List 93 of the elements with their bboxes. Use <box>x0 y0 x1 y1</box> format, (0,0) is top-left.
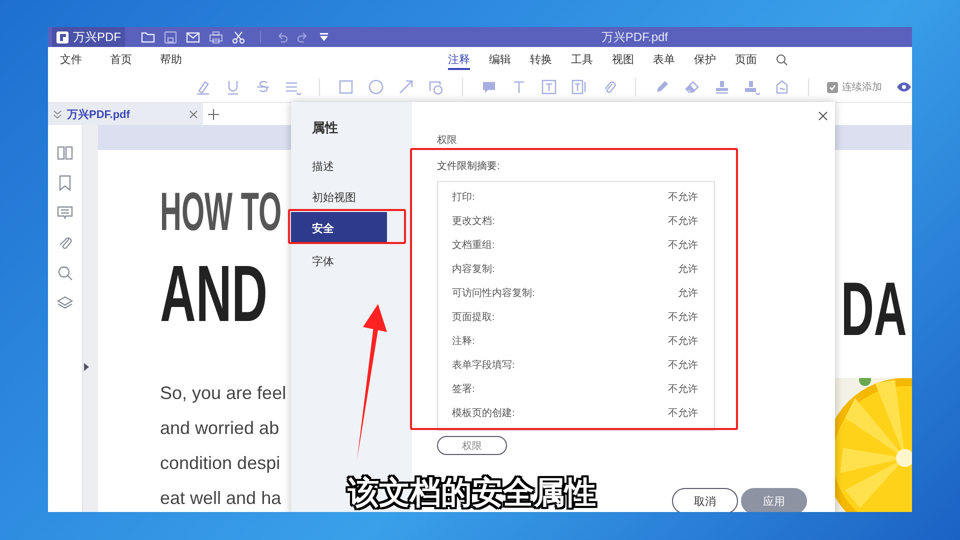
eye-icon[interactable] <box>896 81 912 93</box>
permission-name: 模板页的创建: <box>452 406 515 420</box>
permission-name: 可访问性内容复制: <box>452 286 535 300</box>
comment-icon[interactable] <box>57 205 73 221</box>
page-heading: HOW TO <box>160 183 282 242</box>
nav-item[interactable]: 描述 <box>291 154 387 178</box>
nav-item[interactable]: 安全 <box>291 212 387 244</box>
bookmark-icon[interactable] <box>57 175 73 191</box>
text-box-icon[interactable] <box>541 79 557 95</box>
body-text-line: and worried ab <box>160 417 280 440</box>
menu-item[interactable]: 文件 <box>60 49 82 70</box>
menu-item[interactable]: 帮助 <box>160 49 182 70</box>
mail-icon[interactable] <box>186 32 200 42</box>
print-icon[interactable] <box>209 30 223 44</box>
body-text-line: So, you are feel <box>160 382 286 404</box>
permission-name: 内容复制: <box>452 262 495 276</box>
search-icon[interactable] <box>57 265 73 281</box>
permission-value: 不允许 <box>668 214 698 228</box>
body-text-line: eat well and ha <box>160 487 282 510</box>
circle-icon[interactable] <box>368 79 384 95</box>
underline-icon[interactable] <box>225 79 241 95</box>
chevron-icon <box>53 110 62 118</box>
ribbon-tab[interactable]: 工具 <box>571 49 593 70</box>
permission-name: 文档重组: <box>452 238 495 252</box>
ribbon-tab[interactable]: 编辑 <box>489 49 511 70</box>
dialog-button[interactable]: 取消 <box>672 488 738 512</box>
paperclip-icon[interactable] <box>57 235 73 251</box>
window-title: 万兴PDF.pdf <box>601 28 668 46</box>
page-heading: AND <box>160 250 268 338</box>
eraser-icon[interactable] <box>684 79 700 95</box>
permission-value: 不允许 <box>668 406 698 420</box>
dropdown-icon[interactable] <box>318 31 330 43</box>
signature-icon[interactable] <box>774 79 790 95</box>
dialog-title: 属性 <box>312 119 339 137</box>
permission-value: 不允许 <box>668 190 698 204</box>
search-icon[interactable] <box>776 54 788 66</box>
permission-name: 签署: <box>452 382 475 396</box>
thumbnails-icon[interactable] <box>57 145 73 161</box>
app-name: 万兴PDF <box>73 28 121 46</box>
body-text-line: condition despi <box>160 452 280 474</box>
permission-value: 允许 <box>678 262 698 276</box>
permissions-button[interactable]: 权限 <box>437 436 507 455</box>
caption: 该文档的安全属性 <box>348 472 596 512</box>
page-heading: DA <box>841 268 907 352</box>
close-icon[interactable] <box>818 111 828 121</box>
add-tab-icon[interactable] <box>208 108 219 120</box>
arrow-icon[interactable] <box>398 79 414 95</box>
menu-item[interactable]: 首页 <box>110 49 132 70</box>
ribbon-tab[interactable]: 页面 <box>735 49 757 70</box>
summary-label: 文件限制摘要: <box>437 160 501 173</box>
ribbon-tab[interactable]: 保护 <box>694 49 716 70</box>
section-heading: 权限 <box>437 134 458 147</box>
highlighter-icon[interactable] <box>195 79 211 95</box>
checkbox-label[interactable]: 连续添加 <box>842 80 882 94</box>
ribbon-tab[interactable]: 注释 <box>448 49 470 70</box>
permission-value: 不允许 <box>668 238 698 252</box>
permission-value: 允许 <box>678 286 698 300</box>
strikethrough-icon[interactable] <box>255 79 271 95</box>
stamp-icon[interactable] <box>744 79 760 95</box>
tab-label[interactable]: 万兴PDF.pdf <box>67 106 184 122</box>
folder-icon[interactable] <box>141 31 155 43</box>
permission-name: 注释: <box>452 334 475 348</box>
ribbon-tab[interactable]: 视图 <box>612 49 634 70</box>
nav-item[interactable]: 初始视图 <box>291 185 387 209</box>
comment-icon[interactable] <box>481 79 497 95</box>
checkbox[interactable] <box>827 82 838 92</box>
ribbon-tab[interactable]: 表单 <box>653 49 675 70</box>
permission-value: 不允许 <box>668 382 698 396</box>
save-icon[interactable] <box>164 30 177 44</box>
permission-name: 打印: <box>452 190 475 204</box>
permission-value: 不允许 <box>668 358 698 372</box>
permission-name: 更改文档: <box>452 214 495 228</box>
stamp-icon[interactable] <box>714 79 730 95</box>
ribbon-tab[interactable]: 转换 <box>530 49 552 70</box>
rectangle-icon[interactable] <box>338 79 354 95</box>
permission-value: 不允许 <box>668 310 698 324</box>
scissors-icon[interactable] <box>232 30 245 44</box>
shape-icon[interactable] <box>428 79 444 95</box>
check-icon <box>829 84 836 90</box>
close-icon[interactable] <box>189 110 198 118</box>
layers-icon[interactable] <box>57 295 73 311</box>
permission-value: 不允许 <box>668 334 698 348</box>
expand-arrow-icon[interactable] <box>84 363 89 371</box>
text-icon[interactable] <box>511 79 527 95</box>
logo-icon <box>56 30 69 44</box>
permission-name: 页面提取: <box>452 311 495 324</box>
text-field-icon[interactable] <box>571 79 587 95</box>
permission-name: 表单字段填写: <box>452 358 515 372</box>
undo-icon[interactable] <box>276 31 288 43</box>
pencil-icon[interactable] <box>654 79 670 95</box>
nav-item[interactable]: 字体 <box>291 249 387 273</box>
redo-icon[interactable] <box>297 31 309 43</box>
document-tab[interactable]: 万兴PDF.pdf <box>48 103 203 125</box>
